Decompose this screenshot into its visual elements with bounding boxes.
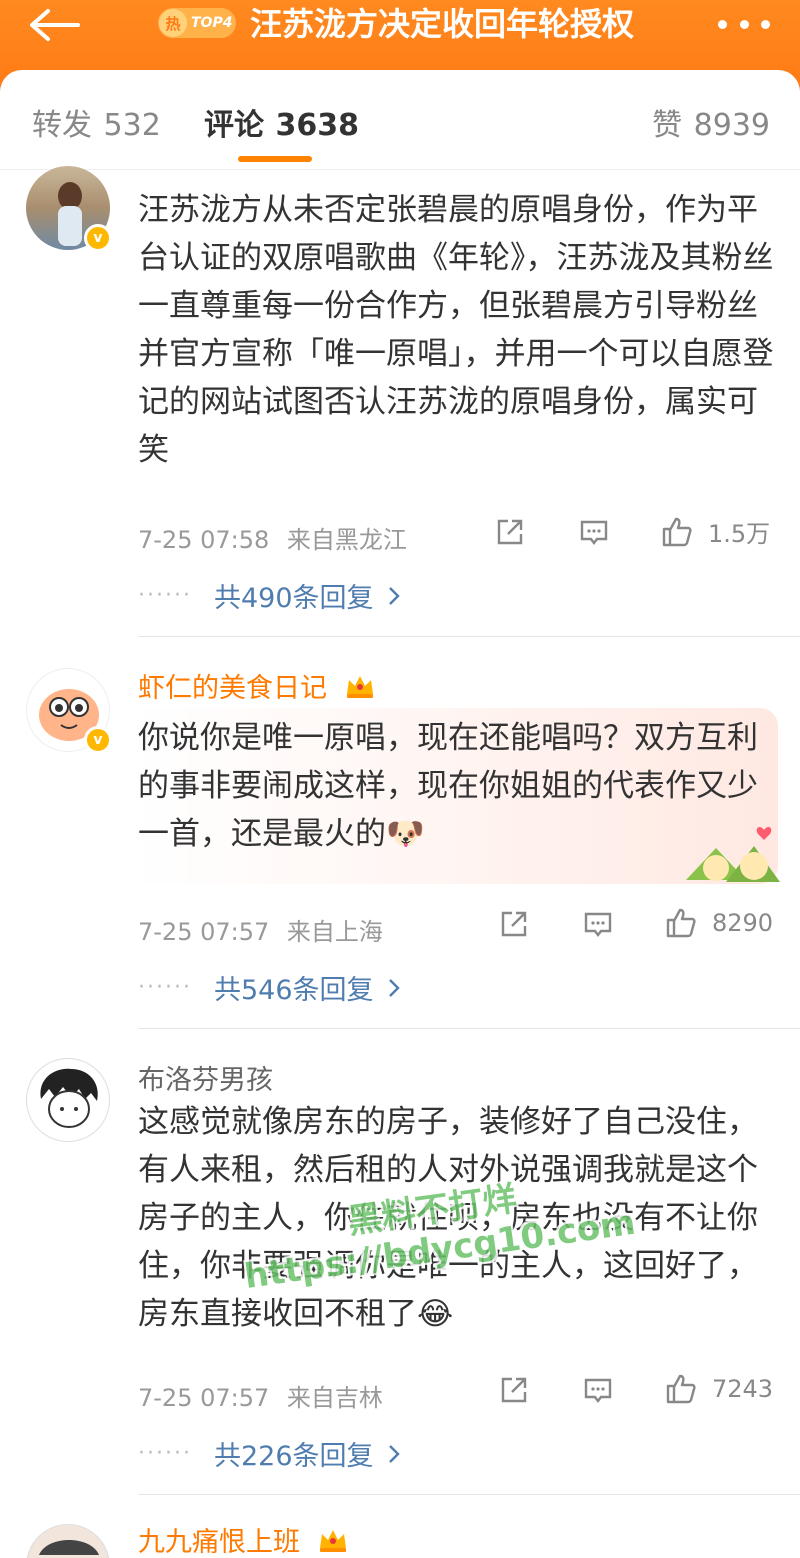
comment-location: 来自上海 — [286, 918, 383, 946]
avatar[interactable] — [26, 1058, 110, 1142]
tab-comment-count: 3638 — [275, 108, 360, 143]
like-button[interactable]: 8290 — [664, 906, 773, 940]
chevron-right-icon — [388, 586, 400, 605]
verified-badge-icon: v — [84, 726, 112, 754]
comment-time: 7-25 07:57 — [138, 1384, 270, 1412]
username-text: 布洛芬男孩 — [138, 1065, 273, 1096]
tab-comment[interactable]: 评论 3638 — [204, 100, 359, 144]
comment-username[interactable]: 布洛芬男孩 — [138, 1058, 273, 1097]
thumbs-up-icon — [666, 1374, 696, 1404]
reply-count: 共546条回复 — [213, 975, 374, 1006]
reply-count: 共490条回复 — [213, 583, 374, 614]
avatar[interactable]: v — [26, 166, 112, 252]
reply-dots-icon: ······ — [138, 583, 192, 608]
avatar[interactable]: v — [26, 668, 112, 754]
like-button[interactable]: 1.5万 — [660, 514, 770, 549]
comment-meta: 7-25 07:58 来自黑龙江 — [138, 520, 407, 555]
tab-like[interactable]: 赞 8939 — [652, 100, 770, 144]
comment-time: 7-25 07:58 — [138, 526, 270, 554]
hot-icon: 热 — [159, 9, 187, 37]
thumbs-up-icon — [666, 908, 696, 938]
tab-comment-label: 评论 — [204, 108, 264, 143]
view-replies-link[interactable]: ······ 共546条回复 — [138, 968, 400, 1007]
avatar[interactable] — [26, 1524, 110, 1558]
divider — [138, 636, 800, 637]
crown-icon — [319, 1530, 346, 1552]
comment-time: 7-25 07:57 — [138, 918, 270, 946]
divider — [138, 1494, 800, 1495]
share-icon[interactable] — [494, 516, 526, 548]
verified-badge-icon: v — [84, 224, 112, 252]
tab-like-count: 8939 — [693, 108, 770, 143]
active-tab-indicator — [238, 156, 312, 162]
comment-username[interactable]: 九九痛恨上班 — [138, 1520, 349, 1558]
like-button[interactable]: 7243 — [664, 1372, 773, 1406]
crown-icon — [346, 676, 373, 698]
comment-meta: 7-25 07:57 来自吉林 — [138, 1378, 383, 1413]
tab-repost-count: 532 — [103, 108, 161, 143]
tab-bar: 转发 532 评论 3638 赞 8939 — [0, 70, 800, 170]
thumbs-up-icon — [662, 517, 692, 546]
comment-location: 来自黑龙江 — [286, 526, 407, 554]
tab-like-label: 赞 — [652, 108, 683, 143]
comment-meta: 7-25 07:57 来自上海 — [138, 912, 383, 947]
hot-rank-badge: 热 TOP4 — [158, 8, 236, 38]
comment-location: 来自吉林 — [286, 1384, 383, 1412]
hot-rank-label: TOP4 — [191, 15, 233, 31]
comment-item: v 汪苏泷方从未否定张碧晨的原唱身份，作为平台认证的双原唱歌曲《年轮》，汪苏泷及… — [0, 166, 800, 637]
username-text: 虾仁的美食日记 — [138, 673, 327, 704]
back-arrow-icon[interactable] — [30, 8, 80, 42]
view-replies-link[interactable]: ······ 共490条回复 — [138, 576, 400, 615]
like-count: 1.5万 — [708, 520, 771, 548]
username-text: 九九痛恨上班 — [138, 1527, 300, 1558]
chevron-right-icon — [388, 1444, 400, 1463]
comment-icon[interactable] — [582, 908, 614, 940]
comment-text: 汪苏泷方从未否定张碧晨的原唱身份，作为平台认证的双原唱歌曲《年轮》，汪苏泷及其粉… — [138, 192, 774, 468]
reply-dots-icon: ······ — [138, 1441, 192, 1466]
share-icon[interactable] — [498, 1374, 530, 1406]
page-title: 汪苏泷方决定收回年轮授权 — [250, 5, 635, 43]
view-replies-link[interactable]: ······ 共226条回复 — [138, 1434, 400, 1473]
more-dots-icon[interactable] — [718, 14, 770, 34]
divider — [138, 1028, 800, 1029]
comment-icon[interactable] — [578, 516, 610, 548]
share-icon[interactable] — [498, 908, 530, 940]
chevron-right-icon — [388, 978, 400, 997]
like-count: 8290 — [712, 909, 774, 937]
tab-repost[interactable]: 转发 532 — [32, 100, 161, 144]
tab-repost-label: 转发 — [32, 108, 92, 143]
like-count: 7243 — [712, 1375, 774, 1403]
comment-icon[interactable] — [582, 1374, 614, 1406]
comment-username[interactable]: 虾仁的美食日记 — [138, 666, 376, 705]
comment-item: 九九痛恨上班 — [0, 1498, 800, 1558]
reply-count: 共226条回复 — [213, 1441, 374, 1472]
comment-item: v 虾仁的美食日记 你说你是唯一原唱，现在还能唱吗？双方互利的事非要闹成这样，现… — [0, 638, 800, 1029]
reply-dots-icon: ······ — [138, 975, 192, 1000]
comment-text: 你说你是唯一原唱，现在还能唱吗？双方互利的事非要闹成这样，现在你姐姐的代表作又少… — [138, 720, 758, 852]
